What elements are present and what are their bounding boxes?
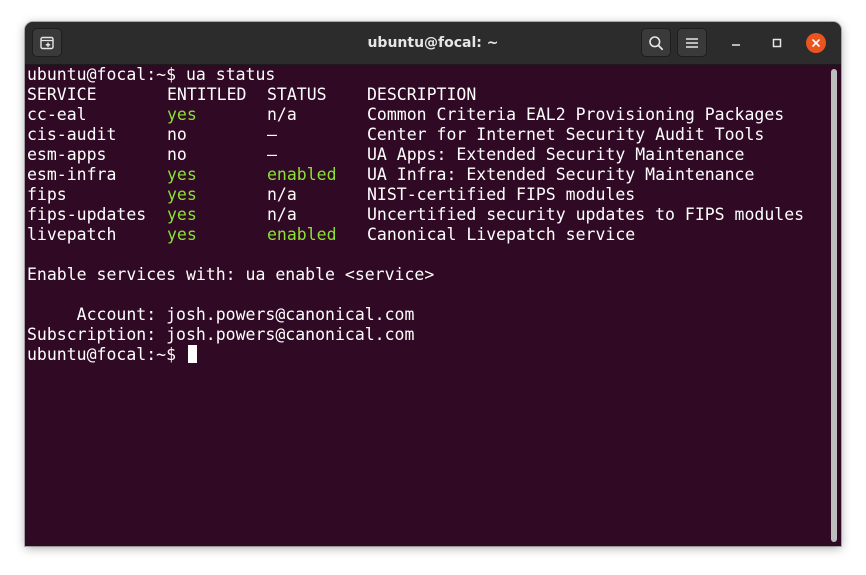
service-name: cc-eal [27, 105, 87, 124]
header-entitled: ENTITLED [167, 85, 247, 104]
menu-button[interactable] [677, 28, 707, 57]
table-row: livepatch yes enabled Canonical Livepatc… [27, 225, 635, 245]
prompt: ubuntu@focal:~$ [27, 65, 177, 84]
description-value: Common Criteria EAL2 Provisioning Packag… [367, 105, 785, 124]
table-row: cis-audit no — Center for Internet Secur… [27, 125, 764, 145]
terminal-area[interactable]: ubuntu@focal:~$ ua status SERVICE ENTITL… [25, 65, 841, 546]
header-service: SERVICE [27, 85, 97, 104]
status-value: — [267, 145, 277, 164]
command-text: ua status [185, 65, 276, 84]
close-icon [812, 39, 820, 47]
entitled-value: yes [167, 205, 197, 224]
description-value: Uncertified security updates to FIPS mod… [367, 205, 805, 224]
status-value: n/a [267, 205, 297, 224]
description-value: UA Apps: Extended Security Maintenance [367, 145, 745, 164]
prompt: ubuntu@focal:~$ [27, 345, 177, 364]
status-value: enabled [267, 225, 337, 244]
entitled-value: yes [167, 105, 197, 124]
status-value: n/a [267, 185, 297, 204]
service-name: cis-audit [27, 125, 117, 144]
description-value: NIST-certified FIPS modules [367, 185, 636, 204]
service-name: fips-updates [27, 205, 147, 224]
terminal-output: ubuntu@focal:~$ ua status SERVICE ENTITL… [27, 65, 804, 365]
service-name: fips [27, 185, 67, 204]
status-value: n/a [267, 105, 297, 124]
header-description: DESCRIPTION [367, 85, 477, 104]
search-button[interactable] [641, 28, 671, 57]
entitled-value: no [167, 145, 187, 164]
enable-hint: Enable services with: ua enable <service… [27, 265, 435, 284]
window-title: ubuntu@focal: ~ [367, 35, 499, 51]
entitled-value: yes [167, 185, 197, 204]
entitled-value: yes [167, 225, 197, 244]
minimize-icon [732, 44, 740, 46]
text-cursor [187, 345, 197, 363]
description-value: Canonical Livepatch service [367, 225, 636, 244]
scrollbar[interactable] [831, 69, 837, 542]
table-row: fips yes n/a NIST-certified FIPS modules [27, 185, 635, 205]
description-value: Center for Internet Security Audit Tools [367, 125, 765, 144]
table-row: esm-apps no — UA Apps: Extended Security… [27, 145, 745, 165]
entitled-value: no [167, 125, 187, 144]
entitled-value: yes [167, 165, 197, 184]
command-line: ubuntu@focal:~$ ua status [27, 65, 434, 85]
minimize-button[interactable] [723, 30, 749, 56]
service-name: esm-apps [27, 145, 107, 164]
terminal-window: ubuntu@focal: ~ ubuntu@focal:~$ ua statu… [25, 22, 841, 546]
current-prompt-line[interactable]: ubuntu@focal:~$ [27, 345, 434, 365]
subscription-line: Subscription: josh.powers@canonical.com [27, 325, 415, 344]
service-name: esm-infra [27, 165, 117, 184]
new-tab-icon [40, 36, 54, 49]
account-line: Account: josh.powers@canonical.com [27, 305, 415, 324]
title-bar[interactable]: ubuntu@focal: ~ [25, 22, 841, 65]
maximize-icon [772, 38, 782, 48]
table-row: cc-eal yes n/a Common Criteria EAL2 Prov… [27, 105, 784, 125]
status-value: enabled [267, 165, 337, 184]
table-row: fips-updates yes n/a Uncertified securit… [27, 205, 804, 225]
table-header: SERVICE ENTITLED STATUS DESCRIPTION [27, 85, 476, 105]
maximize-button[interactable] [764, 30, 790, 56]
search-icon [649, 35, 664, 50]
close-button[interactable] [806, 33, 826, 53]
hamburger-menu-icon [686, 37, 698, 48]
description-value: UA Infra: Extended Security Maintenance [367, 165, 755, 184]
service-name: livepatch [27, 225, 117, 244]
status-value: — [267, 125, 277, 144]
table-row: esm-infra yes enabled UA Infra: Extended… [27, 165, 754, 185]
new-tab-button[interactable] [32, 28, 62, 57]
header-status: STATUS [267, 85, 327, 104]
